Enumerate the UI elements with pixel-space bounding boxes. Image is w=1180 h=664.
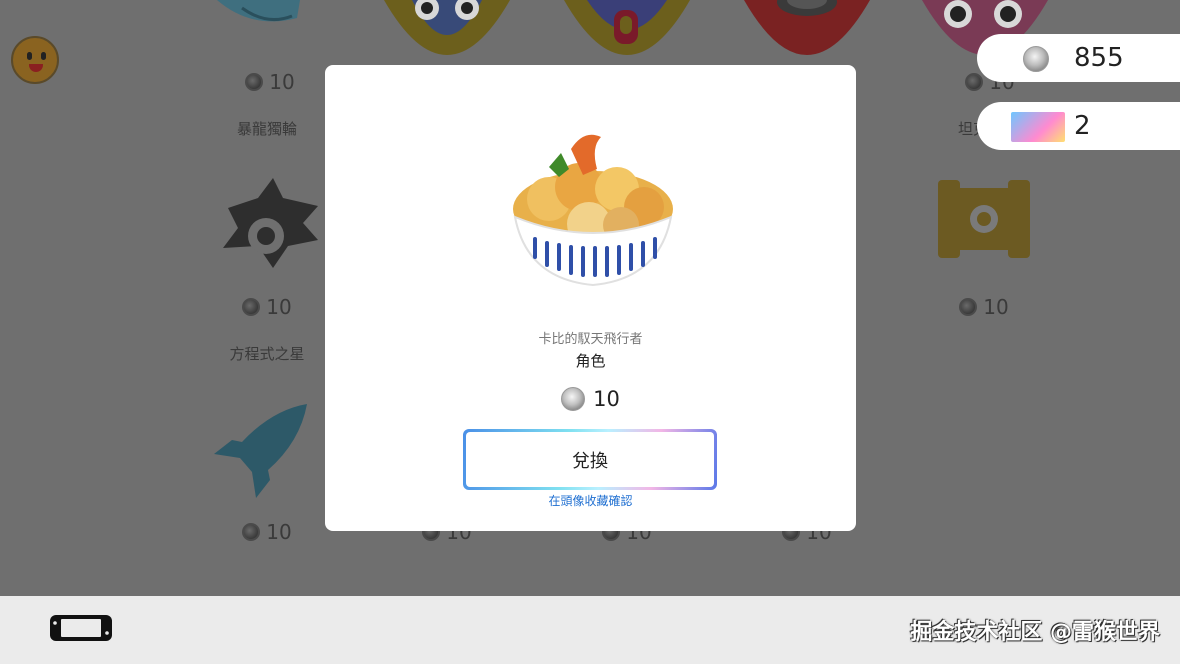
coin-icon <box>965 73 984 91</box>
coin-icon <box>561 387 586 411</box>
ticket-icon <box>1011 112 1065 142</box>
dino-unicycle-art[interactable] <box>218 178 320 268</box>
penguin-art[interactable] <box>382 0 512 58</box>
view-in-avatar-collection-link[interactable]: 在頭像收藏確認 <box>325 492 856 509</box>
user-avatar[interactable] <box>11 36 59 84</box>
rocket-art[interactable] <box>212 402 312 502</box>
coin-icon <box>242 523 261 541</box>
coin-icon <box>242 298 261 316</box>
footer-bar: 掘金技术社区 @雷猴世界 <box>0 596 1180 664</box>
tendon-bowl-image <box>513 134 673 287</box>
ticket-counter: 2 <box>977 102 1180 150</box>
coin-icon <box>959 298 978 316</box>
coin-counter: 855 <box>977 34 1180 82</box>
exchange-button-label: 兌換 <box>466 432 714 487</box>
yellow-character-art[interactable] <box>562 0 692 58</box>
ticket-count: 2 <box>1074 111 1091 141</box>
item-type: 角色 <box>575 352 606 370</box>
coin-icon <box>245 73 264 91</box>
exchange-dialog: 卡比的馭天飛行者 角色 10 兌換 在頭像收藏確認 <box>325 65 856 531</box>
item-category: 卡比的馭天飛行者 <box>538 332 643 347</box>
watermark-text: 掘金技术社区 @雷猴世界 <box>910 620 1160 645</box>
unicycle-art[interactable] <box>212 0 302 36</box>
red-ring-art[interactable] <box>742 0 872 58</box>
coin-count: 855 <box>1074 43 1124 73</box>
switch-console-icon <box>50 615 112 641</box>
item-price: 10 <box>325 387 856 411</box>
coin-icon <box>1023 46 1049 72</box>
tank-art[interactable] <box>938 180 1030 258</box>
price-tag: 10 <box>894 295 1074 319</box>
exchange-button[interactable]: 兌換 <box>463 429 717 490</box>
